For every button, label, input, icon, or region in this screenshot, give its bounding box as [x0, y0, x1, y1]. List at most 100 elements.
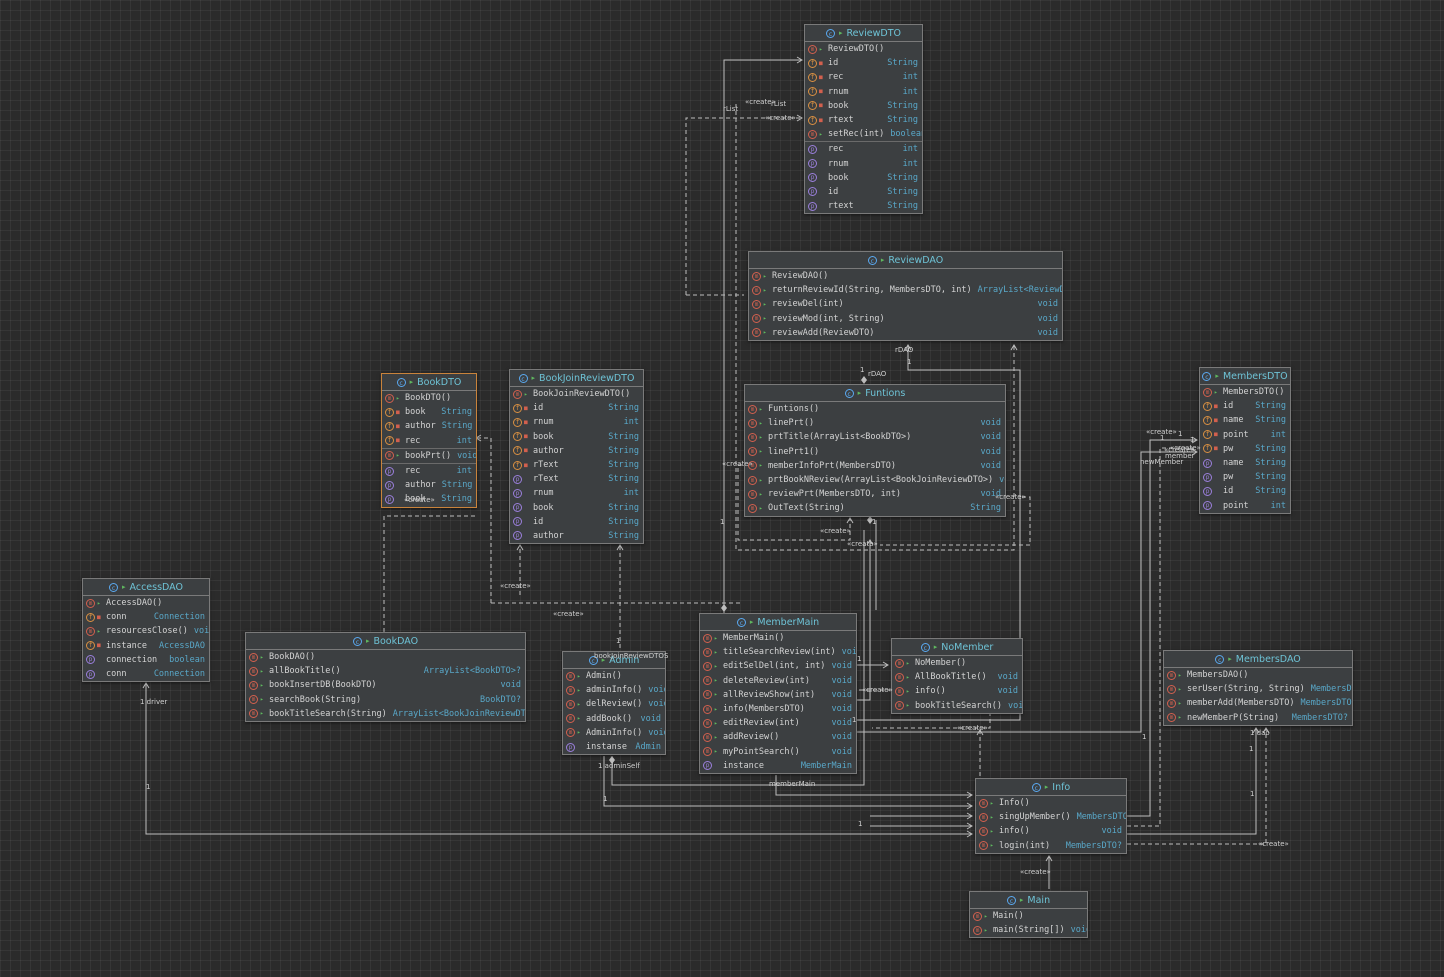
member-row[interactable]: m ▸ addBook() void: [563, 712, 665, 726]
member-row[interactable]: m ▸ linePrt() void: [745, 416, 1005, 430]
member-row[interactable]: m ▸ prtTitle(ArrayList<BookDTO>) void: [745, 430, 1005, 444]
member-row[interactable]: m▸ resourcesClose() void: [83, 624, 209, 638]
member-row[interactable]: m ▸ OutText(String) String: [745, 501, 1005, 515]
member-row[interactable]: m ▸ prtBookNReview(ArrayList<BookJoinRevie…: [745, 473, 1005, 487]
member-row[interactable]: m ▸ ReviewDTO(): [805, 42, 922, 56]
member-row[interactable]: m ▸ bookPrt() void: [382, 447, 476, 463]
member-row[interactable]: m▸ singUpMember() MembersDTO?: [976, 810, 1126, 824]
member-row[interactable]: f ■ conn Connection: [83, 610, 209, 624]
member-row[interactable]: p id String: [805, 185, 922, 199]
member-row[interactable]: m ▸ info(MembersDTO) void: [700, 702, 856, 716]
class-box-main[interactable]: c▸Mainm▸Main()m▸main(String[])void: [969, 891, 1088, 939]
member-row[interactable]: p author String: [510, 529, 643, 543]
class-box-membersdao[interactable]: c ▸ MembersDAO m ▸ MembersDAO() m ▸ serUser(Stri…: [1163, 650, 1353, 726]
member-row[interactable]: f ■ book String: [510, 430, 643, 444]
member-row[interactable]: m ▸ MemberMain(): [700, 631, 856, 645]
member-row[interactable]: f ■ book String: [382, 405, 476, 419]
member-row[interactable]: m ▸ AccessDAO(): [83, 596, 209, 610]
member-row[interactable]: p rec int: [382, 462, 476, 478]
member-row[interactable]: m ▸ searchBook(String) BookDTO?: [246, 693, 525, 707]
member-row[interactable]: p pw String: [1200, 470, 1290, 484]
class-header[interactable]: c ▸ ReviewDTO: [805, 25, 922, 42]
member-row[interactable]: f ■ rnum int: [805, 85, 922, 99]
member-row[interactable]: m ▸ myPointSearch() void: [700, 745, 856, 759]
class-header[interactable]: c ▸ Main: [970, 892, 1087, 909]
member-row[interactable]: m ▸ login(int) MembersDTO?: [976, 839, 1126, 853]
member-row[interactable]: m ▸ allReviewShow(int) void: [700, 688, 856, 702]
member-row[interactable]: m ▸ linePrt1() void: [745, 445, 1005, 459]
member-row[interactable]: p id String: [1200, 484, 1290, 498]
member-row[interactable]: m ▸ reviewMod(int, String) void: [749, 312, 1062, 326]
member-row[interactable]: m ▸ MembersDTO(): [1200, 385, 1290, 399]
member-row[interactable]: p connection boolean: [83, 653, 209, 667]
member-row[interactable]: m ▸ reviewPrt(MembersDTO, int) void: [745, 487, 1005, 501]
member-row[interactable]: m ▸ returnReviewId(String, MembersDTO, int…: [749, 283, 1062, 297]
member-row[interactable]: p rnum int: [805, 157, 922, 171]
member-row[interactable]: p rnum int: [510, 486, 643, 500]
member-row[interactable]: f ■ id String: [510, 401, 643, 415]
member-row[interactable]: m ▸ NoMember(): [892, 656, 1022, 670]
member-row[interactable]: m ▸ info() void: [976, 824, 1126, 838]
member-row[interactable]: p point int: [1200, 499, 1290, 513]
member-row[interactable]: m▸ bookTitleSearch() void: [892, 699, 1022, 713]
class-box-info[interactable]: c ▸ Info m ▸ Info() m ▸ singUpMember() MembersDTO…: [975, 778, 1127, 854]
member-row[interactable]: p conn Connection: [83, 667, 209, 681]
class-header[interactable]: c ▸ NoMember: [892, 639, 1022, 656]
member-row[interactable]: f ■ author String: [382, 419, 476, 433]
member-row[interactable]: m ▸ ReviewDAO(): [749, 269, 1062, 283]
class-box-reviewdao[interactable]: c ▸ ReviewDAO m ▸ ReviewDAO() m ▸ returnReviewId…: [748, 251, 1063, 341]
member-row[interactable]: f ■ id String: [805, 56, 922, 70]
class-header[interactable]: c ▸ BookJoinReviewDTO: [510, 370, 643, 387]
member-row[interactable]: m ▸ editReview(int) void: [700, 716, 856, 730]
member-row[interactable]: m ▸ memberAdd(MembersDTO) MembersDTO: [1164, 696, 1352, 710]
member-row[interactable]: p id String: [510, 515, 643, 529]
member-row[interactable]: m ▸ addReview() void: [700, 730, 856, 744]
member-row[interactable]: f ■ point int: [1200, 428, 1290, 442]
member-row[interactable]: f ■ rec int: [805, 70, 922, 84]
member-row[interactable]: m▸ setRec(int) boolean: [805, 127, 922, 141]
member-row[interactable]: m ▸ Admin(): [563, 669, 665, 683]
class-header[interactable]: c ▸ Funtions: [745, 385, 1005, 402]
member-row[interactable]: m ▸ Main(): [970, 909, 1087, 923]
member-row[interactable]: m▸ titleSearchReview(int) void: [700, 645, 856, 659]
class-box-membermain[interactable]: c ▸ MemberMain m ▸ MemberMain() m ▸ titleSearchR…: [699, 613, 857, 774]
member-row[interactable]: m▸ serUser(String, String) MembersDTO: [1164, 682, 1352, 696]
class-header[interactable]: c ▸ MemberMain: [700, 614, 856, 631]
member-row[interactable]: m ▸ memberInfoPrt(MembersDTO) void: [745, 459, 1005, 473]
member-row[interactable]: p author String: [382, 478, 476, 492]
member-row[interactable]: p rec int: [805, 141, 922, 156]
member-row[interactable]: m ▸ BookJoinReviewDTO(): [510, 387, 643, 401]
class-box-reviewdto[interactable]: c ▸ ReviewDTO m ▸ ReviewDTO() f ■ id String f ■ rec i…: [804, 24, 923, 215]
class-box-bookjoinreviewdto[interactable]: c ▸ BookJoinReviewDTO m ▸ BookJoinReviewDTO()…: [509, 369, 644, 545]
class-box-bookdao[interactable]: c ▸ BookDAO m ▸ BookDAO() m ▸ allBookTitle() Arra…: [245, 632, 526, 722]
member-row[interactable]: m▸ AdminInfo() void: [563, 726, 665, 740]
class-box-admin[interactable]: c▸Adminm▸Admin()m▸adminInfo()voidm▸delRe…: [562, 651, 666, 756]
member-row[interactable]: f ■ rnum int: [510, 415, 643, 429]
member-row[interactable]: f ■ rtext String: [805, 113, 922, 127]
class-header[interactable]: c ▸ Info: [976, 779, 1126, 796]
member-row[interactable]: p book String: [805, 171, 922, 185]
member-row[interactable]: p rText String: [510, 472, 643, 486]
member-row[interactable]: p instanse Admin: [563, 740, 665, 754]
member-row[interactable]: m▸ adminInfo() void: [563, 683, 665, 697]
member-row[interactable]: m ▸ BookDAO(): [246, 650, 525, 664]
member-row[interactable]: f ■ name String: [1200, 413, 1290, 427]
member-row[interactable]: m ▸ info() void: [892, 684, 1022, 698]
member-row[interactable]: m▸ delReview() void: [563, 697, 665, 711]
class-box-bookdto[interactable]: c ▸ BookDTO m ▸ BookDTO() f ■ book String f ■ author…: [381, 373, 477, 508]
member-row[interactable]: m ▸ allBookTitle() ArrayList<BookDTO>?: [246, 664, 525, 678]
member-row[interactable]: f ■ rec int: [382, 434, 476, 448]
member-row[interactable]: f ■ instance AccessDAO: [83, 639, 209, 653]
class-header[interactable]: c ▸ MembersDAO: [1164, 651, 1352, 668]
class-header[interactable]: c ▸ ReviewDAO: [749, 252, 1062, 269]
member-row[interactable]: f ■ pw String: [1200, 442, 1290, 456]
class-header[interactable]: c ▸ AccessDAO: [83, 579, 209, 596]
member-row[interactable]: f ■ id String: [1200, 399, 1290, 413]
member-row[interactable]: m ▸ MembersDAO(): [1164, 668, 1352, 682]
member-row[interactable]: f ■ author String: [510, 444, 643, 458]
member-row[interactable]: p name String: [1200, 456, 1290, 470]
member-row[interactable]: m ▸ deleteReview(int) void: [700, 674, 856, 688]
member-row[interactable]: f ■ rText String: [510, 458, 643, 472]
member-row[interactable]: p book String: [510, 501, 643, 515]
member-row[interactable]: m ▸ bookInsertDB(BookDTO) void: [246, 678, 525, 692]
